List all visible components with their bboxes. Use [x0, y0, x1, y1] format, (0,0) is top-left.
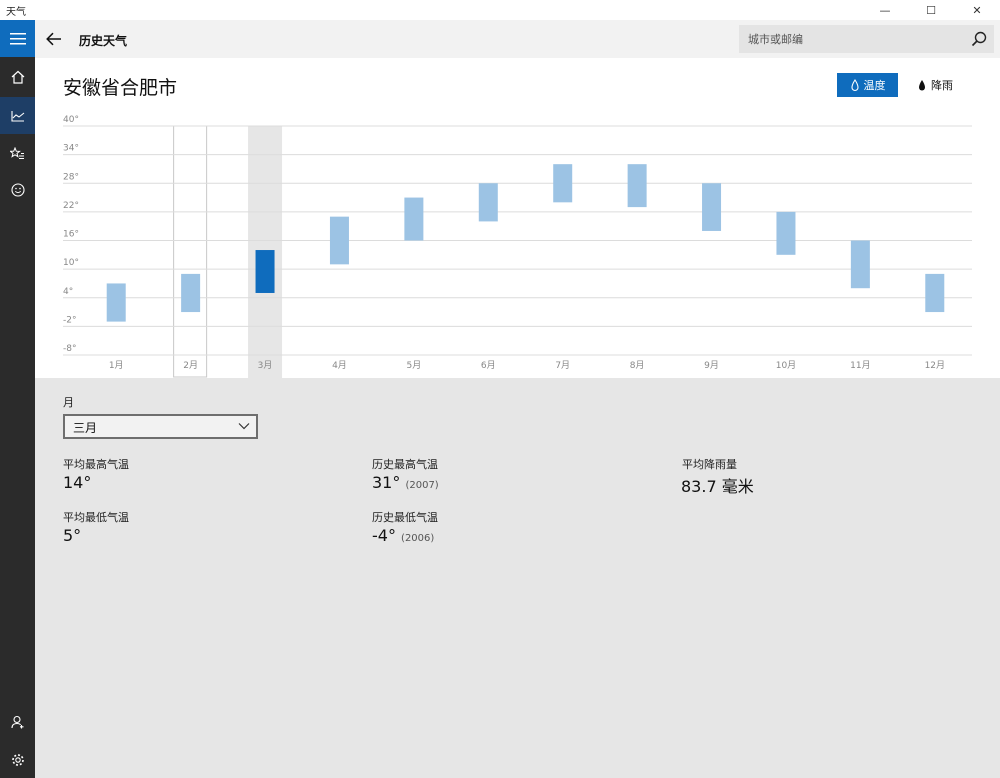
gear-icon	[11, 753, 24, 766]
record-low-year: (2006)	[401, 533, 435, 544]
temperature-range-bar	[478, 183, 498, 222]
y-tick-label: 4°	[63, 287, 73, 297]
hamburger-icon	[9, 32, 26, 44]
month-dropdown[interactable]: 三月	[63, 414, 258, 439]
temperature-range-bar	[925, 273, 945, 313]
hover-month-column	[173, 125, 208, 378]
y-tick-label: 40°	[63, 115, 79, 125]
close-icon: ✕	[972, 3, 982, 17]
temperature-range-bar	[776, 211, 796, 255]
month-detail-panel: 月 三月 平均最高气温 14° 平均最低气温 5° 历史最高气温 31° (20…	[35, 378, 1000, 778]
page-title: 历史天气	[79, 34, 128, 48]
y-tick-label: 34°	[63, 144, 79, 154]
y-tick-label: -2°	[63, 315, 76, 325]
minimize-button[interactable]: —	[862, 0, 908, 20]
x-tick-label: 8月	[630, 360, 645, 371]
user-icon	[10, 715, 23, 728]
nav-item-account[interactable]	[0, 703, 35, 740]
avg-rain-value: 83.7 毫米	[681, 477, 754, 496]
x-tick-label: 5月	[407, 360, 422, 371]
x-tick-label: 1月	[109, 360, 124, 371]
x-tick-label: 10月	[776, 360, 796, 371]
x-tick-label: 12月	[925, 360, 945, 371]
raindrop-icon	[919, 79, 925, 90]
avg-rain-label: 平均降雨量	[682, 458, 737, 471]
temperature-range-bar	[181, 273, 201, 313]
home-icon	[11, 70, 24, 84]
month-label: 月	[63, 396, 74, 409]
star-list-icon	[10, 146, 24, 159]
thermometer-icon	[850, 78, 859, 91]
temperature-range-bar	[553, 164, 573, 203]
temperature-range-bar	[702, 183, 722, 231]
menu-button[interactable]	[0, 20, 35, 57]
y-tick-label: 28°	[63, 172, 79, 182]
avg-low-value: 5°	[63, 526, 82, 545]
nav-item-forecast[interactable]	[0, 58, 35, 95]
x-tick-label: 7月	[555, 360, 570, 371]
chart-line-icon	[10, 110, 24, 122]
window-title-bar: 天气 — ☐ ✕	[0, 0, 1000, 20]
back-button[interactable]	[43, 28, 65, 50]
month-dropdown-value: 三月	[73, 421, 98, 435]
search-box	[739, 25, 994, 53]
x-tick-label: 4月	[332, 360, 347, 371]
main-content: 安徽省合肥市 温度 降雨 40° 34° 28° 22° 16° 10° 4° -2° -8° 1…	[35, 58, 1000, 778]
y-tick-label: 16°	[63, 230, 79, 240]
close-button[interactable]: ✕	[954, 0, 1000, 20]
record-high-label: 历史最高气温	[372, 458, 438, 471]
temperature-range-bar	[106, 283, 126, 322]
nav-item-news[interactable]	[0, 171, 35, 208]
x-tick-label: 6月	[481, 360, 496, 371]
record-high-value: 31°	[372, 473, 401, 492]
rain-toggle-label: 降雨	[931, 79, 953, 92]
rain-toggle[interactable]: 降雨	[905, 73, 965, 97]
nav-sidebar	[0, 20, 35, 778]
record-high-year: (2007)	[405, 480, 439, 491]
y-tick-label: -8°	[63, 344, 76, 354]
search-icon	[971, 31, 987, 47]
avg-high-value: 14°	[63, 473, 92, 492]
temperature-toggle-label: 温度	[863, 79, 886, 92]
nav-item-favorites[interactable]	[0, 135, 35, 172]
arrow-left-icon	[46, 32, 61, 46]
search-button[interactable]	[969, 29, 989, 49]
maximize-icon: ☐	[926, 3, 936, 17]
record-low-label: 历史最低气温	[372, 511, 438, 524]
x-tick-label: 11月	[850, 360, 870, 371]
temperature-range-bar	[329, 216, 349, 265]
chevron-down-icon	[238, 423, 250, 430]
smiley-icon	[10, 182, 25, 197]
y-tick-label: 22°	[63, 201, 79, 211]
app-header: 历史天气	[35, 20, 1000, 58]
nav-item-settings[interactable]	[0, 741, 35, 778]
minimize-icon: —	[879, 3, 891, 17]
y-tick-label: 10°	[63, 258, 79, 268]
temperature-toggle[interactable]: 温度	[837, 73, 898, 97]
temperature-range-bar	[627, 164, 647, 208]
maximize-button[interactable]: ☐	[908, 0, 954, 20]
record-low: -4° (2006)	[372, 526, 434, 545]
window-title: 天气	[6, 7, 26, 18]
avg-low-label: 平均最低气温	[63, 511, 129, 524]
record-low-value: -4°	[372, 526, 396, 545]
x-tick-label: 9月	[704, 360, 719, 371]
temperature-range-bar	[404, 197, 424, 241]
record-high: 31° (2007)	[372, 473, 439, 492]
search-input[interactable]	[748, 31, 958, 47]
x-tick-label: 2月	[183, 360, 198, 371]
temperature-range-bar	[255, 250, 275, 293]
city-name: 安徽省合肥市	[63, 77, 178, 99]
x-tick-label: 3月	[258, 360, 273, 371]
nav-item-historical[interactable]	[0, 97, 35, 134]
avg-high-label: 平均最高气温	[63, 458, 129, 471]
temperature-chart: 40° 34° 28° 22° 16° 10° 4° -2° -8° 1月 2月 3月 4月 5月 6月 7月…	[63, 115, 972, 378]
temperature-range-bar	[850, 240, 870, 289]
